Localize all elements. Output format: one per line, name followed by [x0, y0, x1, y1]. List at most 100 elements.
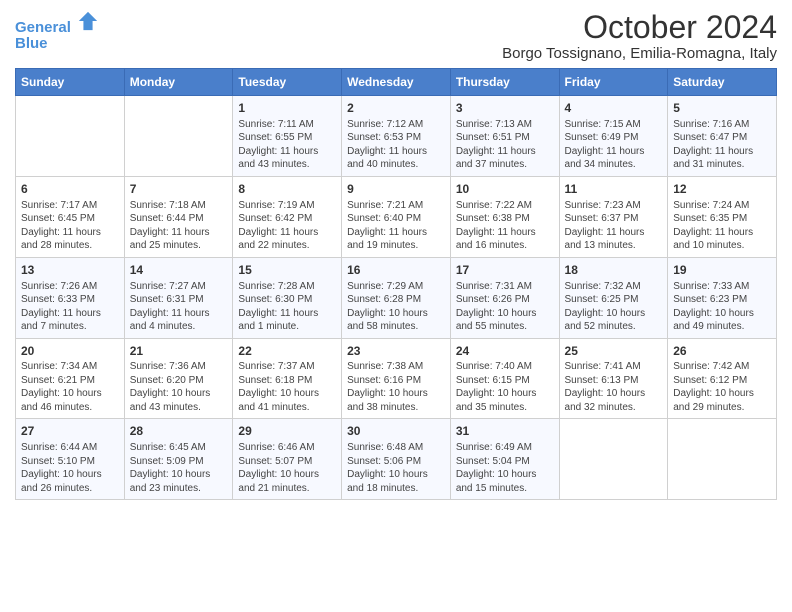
day-header-wednesday: Wednesday: [342, 69, 451, 96]
calendar-cell: 20Sunrise: 7:34 AMSunset: 6:21 PMDayligh…: [16, 338, 125, 419]
day-number: 28: [130, 423, 228, 440]
cell-content: Sunrise: 7:36 AMSunset: 6:20 PMDaylight:…: [130, 360, 228, 414]
day-number: 5: [673, 100, 771, 117]
cell-content: Sunrise: 7:18 AMSunset: 6:44 PMDaylight:…: [130, 199, 228, 253]
calendar-cell: [559, 419, 668, 500]
cell-content: Sunrise: 6:44 AMSunset: 5:10 PMDaylight:…: [21, 441, 119, 495]
calendar-cell: 21Sunrise: 7:36 AMSunset: 6:20 PMDayligh…: [124, 338, 233, 419]
day-header-friday: Friday: [559, 69, 668, 96]
calendar-cell: 9Sunrise: 7:21 AMSunset: 6:40 PMDaylight…: [342, 176, 451, 257]
day-header-tuesday: Tuesday: [233, 69, 342, 96]
cell-content: Sunrise: 7:29 AMSunset: 6:28 PMDaylight:…: [347, 280, 445, 334]
logo-text: General: [15, 10, 99, 37]
day-number: 11: [565, 181, 663, 198]
calendar-cell: 17Sunrise: 7:31 AMSunset: 6:26 PMDayligh…: [450, 257, 559, 338]
day-number: 23: [347, 343, 445, 360]
cell-content: Sunrise: 7:31 AMSunset: 6:26 PMDaylight:…: [456, 280, 554, 334]
header-row: SundayMondayTuesdayWednesdayThursdayFrid…: [16, 69, 777, 96]
cell-content: Sunrise: 7:26 AMSunset: 6:33 PMDaylight:…: [21, 280, 119, 334]
day-header-saturday: Saturday: [668, 69, 777, 96]
cell-content: Sunrise: 7:32 AMSunset: 6:25 PMDaylight:…: [565, 280, 663, 334]
calendar-cell: 7Sunrise: 7:18 AMSunset: 6:44 PMDaylight…: [124, 176, 233, 257]
day-number: 10: [456, 181, 554, 198]
day-number: 30: [347, 423, 445, 440]
calendar-cell: 2Sunrise: 7:12 AMSunset: 6:53 PMDaylight…: [342, 96, 451, 177]
day-number: 16: [347, 262, 445, 279]
cell-content: Sunrise: 7:37 AMSunset: 6:18 PMDaylight:…: [238, 360, 336, 414]
day-number: 24: [456, 343, 554, 360]
cell-content: Sunrise: 7:22 AMSunset: 6:38 PMDaylight:…: [456, 199, 554, 253]
calendar-cell: 10Sunrise: 7:22 AMSunset: 6:38 PMDayligh…: [450, 176, 559, 257]
calendar-cell: 24Sunrise: 7:40 AMSunset: 6:15 PMDayligh…: [450, 338, 559, 419]
cell-content: Sunrise: 7:34 AMSunset: 6:21 PMDaylight:…: [21, 360, 119, 414]
day-number: 14: [130, 262, 228, 279]
calendar-cell: 5Sunrise: 7:16 AMSunset: 6:47 PMDaylight…: [668, 96, 777, 177]
day-number: 31: [456, 423, 554, 440]
day-number: 1: [238, 100, 336, 117]
cell-content: Sunrise: 7:12 AMSunset: 6:53 PMDaylight:…: [347, 118, 445, 172]
logo-blue: Blue: [15, 35, 99, 52]
day-number: 17: [456, 262, 554, 279]
day-number: 12: [673, 181, 771, 198]
week-row-4: 20Sunrise: 7:34 AMSunset: 6:21 PMDayligh…: [16, 338, 777, 419]
cell-content: Sunrise: 7:11 AMSunset: 6:55 PMDaylight:…: [238, 118, 336, 172]
day-number: 26: [673, 343, 771, 360]
calendar-cell: 16Sunrise: 7:29 AMSunset: 6:28 PMDayligh…: [342, 257, 451, 338]
calendar-cell: 1Sunrise: 7:11 AMSunset: 6:55 PMDaylight…: [233, 96, 342, 177]
calendar-cell: 30Sunrise: 6:48 AMSunset: 5:06 PMDayligh…: [342, 419, 451, 500]
cell-content: Sunrise: 6:48 AMSunset: 5:06 PMDaylight:…: [347, 441, 445, 495]
day-number: 27: [21, 423, 119, 440]
calendar-cell: 26Sunrise: 7:42 AMSunset: 6:12 PMDayligh…: [668, 338, 777, 419]
day-number: 20: [21, 343, 119, 360]
calendar-cell: 25Sunrise: 7:41 AMSunset: 6:13 PMDayligh…: [559, 338, 668, 419]
page-header: General Blue October 2024 Borgo Tossigna…: [15, 10, 777, 62]
day-number: 7: [130, 181, 228, 198]
cell-content: Sunrise: 7:15 AMSunset: 6:49 PMDaylight:…: [565, 118, 663, 172]
day-number: 22: [238, 343, 336, 360]
cell-content: Sunrise: 7:40 AMSunset: 6:15 PMDaylight:…: [456, 360, 554, 414]
calendar-subtitle: Borgo Tossignano, Emilia-Romagna, Italy: [502, 45, 777, 62]
logo: General Blue: [15, 10, 99, 52]
cell-content: Sunrise: 6:49 AMSunset: 5:04 PMDaylight:…: [456, 441, 554, 495]
calendar-cell: 29Sunrise: 6:46 AMSunset: 5:07 PMDayligh…: [233, 419, 342, 500]
day-header-thursday: Thursday: [450, 69, 559, 96]
calendar-cell: 23Sunrise: 7:38 AMSunset: 6:16 PMDayligh…: [342, 338, 451, 419]
cell-content: Sunrise: 6:46 AMSunset: 5:07 PMDaylight:…: [238, 441, 336, 495]
day-number: 15: [238, 262, 336, 279]
calendar-cell: 31Sunrise: 6:49 AMSunset: 5:04 PMDayligh…: [450, 419, 559, 500]
day-number: 21: [130, 343, 228, 360]
calendar-cell: 22Sunrise: 7:37 AMSunset: 6:18 PMDayligh…: [233, 338, 342, 419]
calendar-cell: 14Sunrise: 7:27 AMSunset: 6:31 PMDayligh…: [124, 257, 233, 338]
cell-content: Sunrise: 7:42 AMSunset: 6:12 PMDaylight:…: [673, 360, 771, 414]
calendar-title: October 2024: [502, 10, 777, 45]
calendar-cell: 12Sunrise: 7:24 AMSunset: 6:35 PMDayligh…: [668, 176, 777, 257]
calendar-cell: 8Sunrise: 7:19 AMSunset: 6:42 PMDaylight…: [233, 176, 342, 257]
cell-content: Sunrise: 7:23 AMSunset: 6:37 PMDaylight:…: [565, 199, 663, 253]
week-row-3: 13Sunrise: 7:26 AMSunset: 6:33 PMDayligh…: [16, 257, 777, 338]
calendar-cell: 11Sunrise: 7:23 AMSunset: 6:37 PMDayligh…: [559, 176, 668, 257]
day-number: 3: [456, 100, 554, 117]
cell-content: Sunrise: 7:21 AMSunset: 6:40 PMDaylight:…: [347, 199, 445, 253]
title-area: October 2024 Borgo Tossignano, Emilia-Ro…: [502, 10, 777, 62]
cell-content: Sunrise: 7:13 AMSunset: 6:51 PMDaylight:…: [456, 118, 554, 172]
cell-content: Sunrise: 7:28 AMSunset: 6:30 PMDaylight:…: [238, 280, 336, 334]
day-header-monday: Monday: [124, 69, 233, 96]
week-row-1: 1Sunrise: 7:11 AMSunset: 6:55 PMDaylight…: [16, 96, 777, 177]
cell-content: Sunrise: 6:45 AMSunset: 5:09 PMDaylight:…: [130, 441, 228, 495]
week-row-2: 6Sunrise: 7:17 AMSunset: 6:45 PMDaylight…: [16, 176, 777, 257]
calendar-cell: 19Sunrise: 7:33 AMSunset: 6:23 PMDayligh…: [668, 257, 777, 338]
calendar-cell: 3Sunrise: 7:13 AMSunset: 6:51 PMDaylight…: [450, 96, 559, 177]
calendar-cell: [124, 96, 233, 177]
calendar-cell: 27Sunrise: 6:44 AMSunset: 5:10 PMDayligh…: [16, 419, 125, 500]
calendar-cell: 28Sunrise: 6:45 AMSunset: 5:09 PMDayligh…: [124, 419, 233, 500]
day-number: 2: [347, 100, 445, 117]
day-number: 13: [21, 262, 119, 279]
day-number: 29: [238, 423, 336, 440]
calendar-cell: 13Sunrise: 7:26 AMSunset: 6:33 PMDayligh…: [16, 257, 125, 338]
cell-content: Sunrise: 7:24 AMSunset: 6:35 PMDaylight:…: [673, 199, 771, 253]
calendar-cell: [668, 419, 777, 500]
cell-content: Sunrise: 7:19 AMSunset: 6:42 PMDaylight:…: [238, 199, 336, 253]
day-number: 25: [565, 343, 663, 360]
calendar-cell: 6Sunrise: 7:17 AMSunset: 6:45 PMDaylight…: [16, 176, 125, 257]
cell-content: Sunrise: 7:38 AMSunset: 6:16 PMDaylight:…: [347, 360, 445, 414]
